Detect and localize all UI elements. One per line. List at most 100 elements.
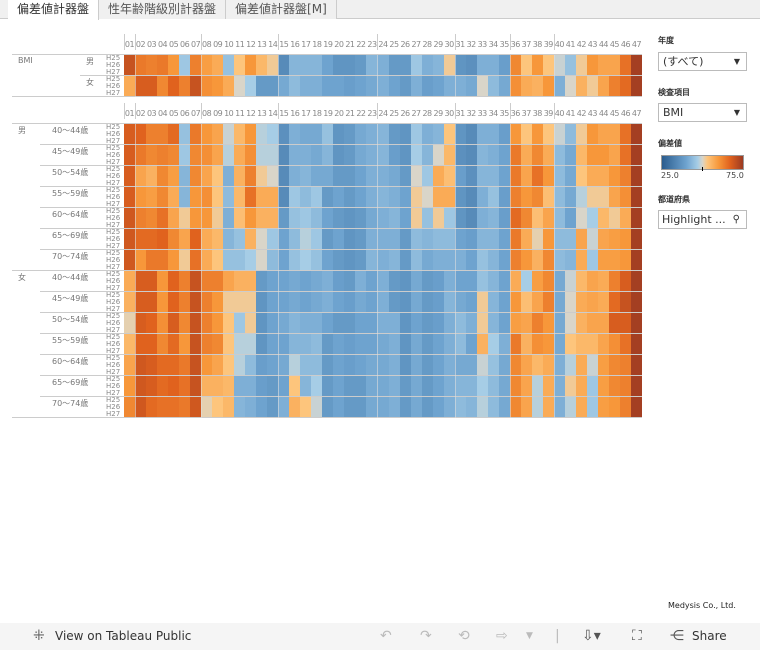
heatmap-cell[interactable]	[410, 292, 422, 299]
heatmap-cell[interactable]	[630, 355, 642, 362]
heatmap-cell[interactable]	[575, 166, 587, 173]
heatmap-cell[interactable]	[135, 257, 147, 264]
heatmap-cell[interactable]	[168, 383, 180, 390]
heatmap-cell[interactable]	[388, 145, 400, 152]
heatmap-cell[interactable]	[179, 124, 191, 131]
heatmap-cell[interactable]	[487, 320, 499, 327]
heatmap-cell[interactable]	[278, 124, 290, 131]
heatmap-cell[interactable]	[509, 271, 521, 278]
heatmap-cell[interactable]	[377, 152, 389, 159]
heatmap-cell[interactable]	[168, 187, 180, 194]
heatmap-cell[interactable]	[509, 383, 521, 390]
heatmap-cell[interactable]	[377, 145, 389, 152]
heatmap-cell[interactable]	[157, 362, 169, 369]
heatmap-cell[interactable]	[377, 187, 389, 194]
heatmap-cell[interactable]	[388, 124, 400, 131]
heatmap-cell[interactable]	[344, 397, 356, 404]
heatmap-cell[interactable]	[377, 124, 389, 131]
heatmap-cell[interactable]	[553, 131, 565, 138]
heatmap-cell[interactable]	[135, 194, 147, 201]
heatmap-cell[interactable]	[586, 215, 598, 222]
heatmap-cell[interactable]	[190, 62, 202, 69]
heatmap-cell[interactable]	[256, 341, 268, 348]
heatmap-cell[interactable]	[146, 208, 158, 215]
heatmap-cell[interactable]	[509, 145, 521, 152]
heatmap-cell[interactable]	[454, 257, 466, 264]
heatmap-cell[interactable]	[443, 236, 455, 243]
heatmap-cell[interactable]	[289, 83, 301, 90]
heatmap-cell[interactable]	[597, 215, 609, 222]
heatmap-cell[interactable]	[597, 362, 609, 369]
heatmap-cell[interactable]	[575, 83, 587, 90]
heatmap-cell[interactable]	[509, 215, 521, 222]
heatmap-cell[interactable]	[630, 257, 642, 264]
heatmap-cell[interactable]	[344, 208, 356, 215]
heatmap-cell[interactable]	[168, 257, 180, 264]
heatmap-cell[interactable]	[201, 250, 213, 257]
heatmap-cell[interactable]	[157, 292, 169, 299]
heatmap-cell[interactable]	[509, 341, 521, 348]
heatmap-cell[interactable]	[520, 83, 532, 90]
heatmap-cell[interactable]	[498, 404, 510, 411]
heatmap-cell[interactable]	[333, 152, 345, 159]
heatmap-cell[interactable]	[399, 208, 411, 215]
heatmap-cell[interactable]	[168, 215, 180, 222]
heatmap-cell[interactable]	[553, 83, 565, 90]
heatmap-cell[interactable]	[553, 152, 565, 159]
heatmap-cell[interactable]	[289, 355, 301, 362]
heatmap-cell[interactable]	[168, 145, 180, 152]
heatmap-cell[interactable]	[234, 313, 246, 320]
heatmap-cell[interactable]	[509, 208, 521, 215]
heatmap-cell[interactable]	[245, 152, 257, 159]
heatmap-cell[interactable]	[421, 320, 433, 327]
heatmap-cell[interactable]	[520, 166, 532, 173]
heatmap-cell[interactable]	[388, 194, 400, 201]
heatmap-cell[interactable]	[421, 173, 433, 180]
heatmap-cell[interactable]	[212, 299, 224, 306]
heatmap-cell[interactable]	[443, 215, 455, 222]
heatmap-cell[interactable]	[267, 166, 279, 173]
heatmap-cell[interactable]	[531, 131, 543, 138]
heatmap-cell[interactable]	[267, 404, 279, 411]
heatmap-cell[interactable]	[300, 236, 312, 243]
heatmap-cell[interactable]	[586, 173, 598, 180]
heatmap-cell[interactable]	[388, 55, 400, 62]
heatmap-cell[interactable]	[135, 131, 147, 138]
heatmap-cell[interactable]	[190, 236, 202, 243]
heatmap-cell[interactable]	[289, 236, 301, 243]
heatmap-cell[interactable]	[311, 257, 323, 264]
heatmap-cell[interactable]	[476, 341, 488, 348]
heatmap-cell[interactable]	[487, 257, 499, 264]
heatmap-cell[interactable]	[454, 152, 466, 159]
heatmap-cell[interactable]	[498, 362, 510, 369]
heatmap-cell[interactable]	[157, 173, 169, 180]
heatmap-cell[interactable]	[619, 334, 631, 341]
heatmap-cell[interactable]	[608, 313, 620, 320]
heatmap-cell[interactable]	[223, 83, 235, 90]
heatmap-cell[interactable]	[179, 173, 191, 180]
heatmap-cell[interactable]	[157, 166, 169, 173]
heatmap-cell[interactable]	[333, 362, 345, 369]
heatmap-cell[interactable]	[597, 355, 609, 362]
heatmap-cell[interactable]	[344, 292, 356, 299]
heatmap-cell[interactable]	[278, 152, 290, 159]
heatmap-cell[interactable]	[509, 292, 521, 299]
heatmap-cell[interactable]	[531, 334, 543, 341]
heatmap-cell[interactable]	[454, 397, 466, 404]
heatmap-cell[interactable]	[432, 76, 444, 83]
heatmap-cell[interactable]	[223, 208, 235, 215]
heatmap-cell[interactable]	[586, 152, 598, 159]
heatmap-cell[interactable]	[487, 76, 499, 83]
heatmap-cell[interactable]	[190, 145, 202, 152]
heatmap-cell[interactable]	[377, 362, 389, 369]
heatmap-cell[interactable]	[597, 208, 609, 215]
heatmap-cell[interactable]	[157, 62, 169, 69]
heatmap-cell[interactable]	[509, 55, 521, 62]
heatmap-cell[interactable]	[465, 397, 477, 404]
heatmap-cell[interactable]	[575, 383, 587, 390]
heatmap-cell[interactable]	[487, 397, 499, 404]
heatmap-cell[interactable]	[586, 355, 598, 362]
heatmap-cell[interactable]	[311, 320, 323, 327]
heatmap-cell[interactable]	[201, 355, 213, 362]
heatmap-cell[interactable]	[146, 299, 158, 306]
